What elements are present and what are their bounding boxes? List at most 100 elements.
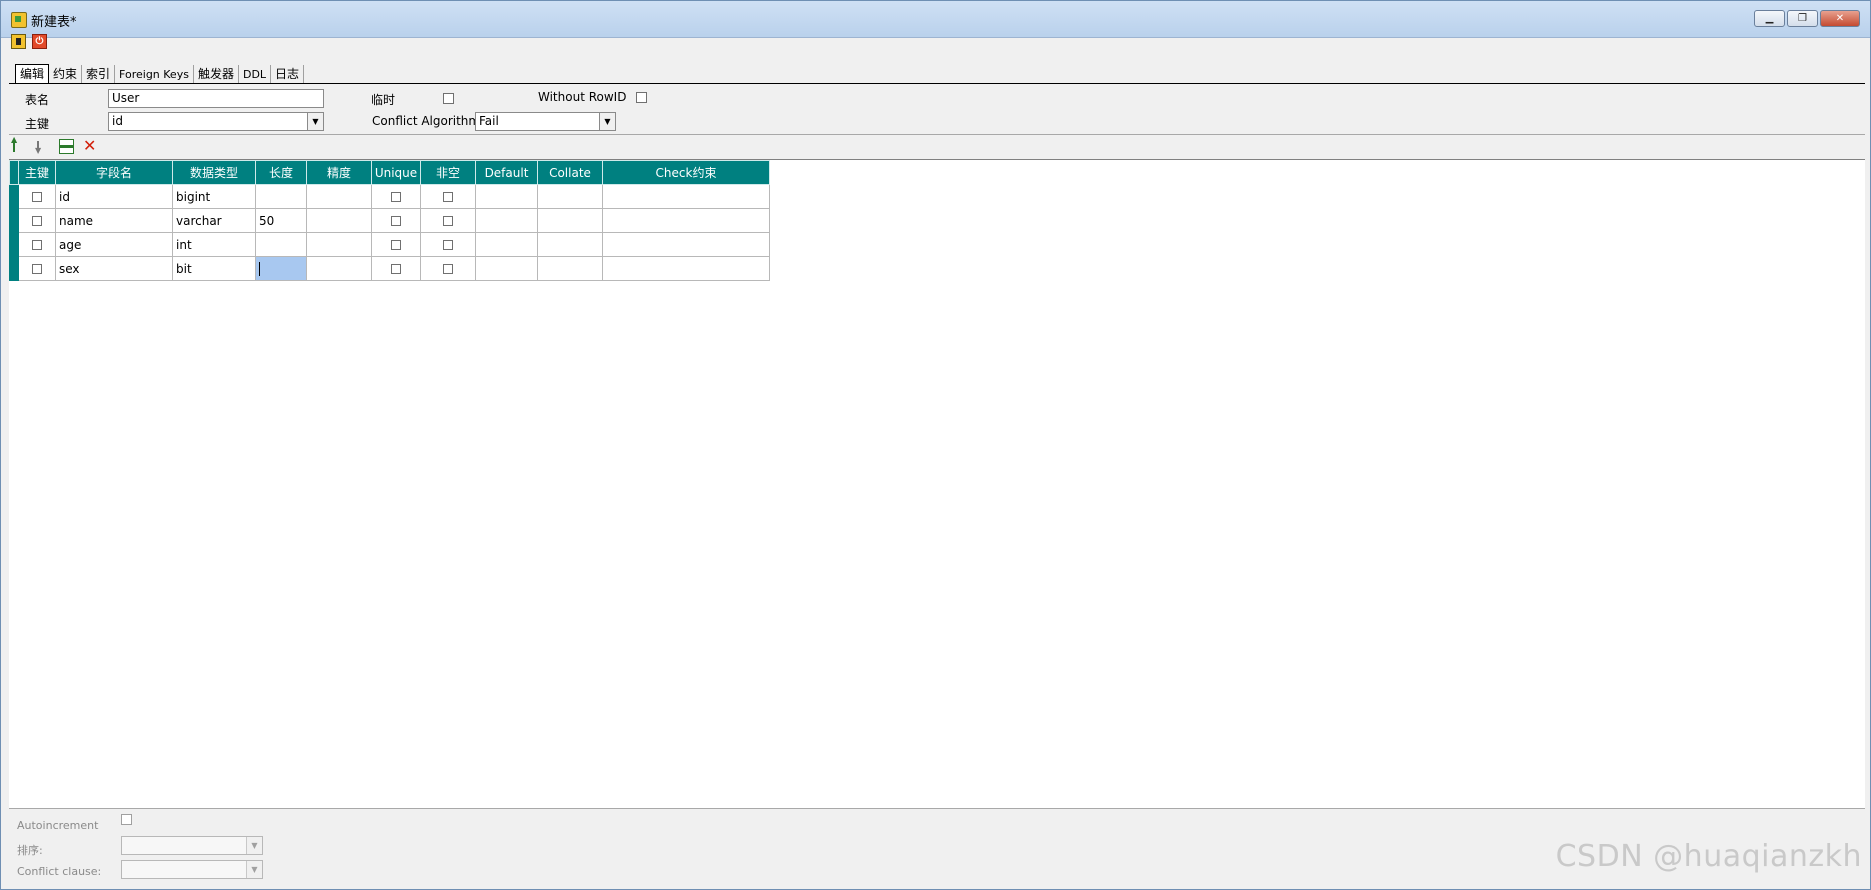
without-rowid-checkbox[interactable]	[636, 92, 647, 103]
table-row[interactable]: id bigint	[9, 184, 770, 209]
tab-indexes[interactable]: 索引	[82, 65, 116, 84]
default-cell[interactable]	[475, 256, 538, 281]
temporary-checkbox[interactable]	[443, 93, 454, 104]
move-up-icon[interactable]	[11, 135, 26, 154]
window-controls: ▁ ❐ ✕	[1754, 10, 1860, 27]
column-header[interactable]: Default	[475, 160, 538, 185]
check-cell[interactable]	[602, 184, 770, 209]
table-row[interactable]: sex bit	[9, 256, 770, 281]
length-cell[interactable]	[255, 184, 307, 209]
pk-checkbox[interactable]	[32, 240, 42, 250]
unique-checkbox[interactable]	[391, 240, 401, 250]
unique-cell[interactable]	[371, 232, 421, 257]
notnull-checkbox[interactable]	[443, 216, 453, 226]
tab-constraints[interactable]: 约束	[49, 65, 83, 84]
tab-ddl[interactable]: DDL	[239, 65, 272, 84]
conflict-algorithm-select[interactable]: Fail ▼	[475, 112, 616, 131]
unique-checkbox[interactable]	[391, 264, 401, 274]
conflict-algorithm-value: Fail	[479, 114, 499, 128]
notnull-checkbox[interactable]	[443, 192, 453, 202]
autoincrement-checkbox[interactable]	[121, 814, 132, 825]
check-cell[interactable]	[602, 208, 770, 233]
chevron-down-icon[interactable]: ▼	[246, 837, 262, 854]
column-header[interactable]: 非空	[420, 160, 476, 185]
collate-cell[interactable]	[537, 232, 603, 257]
table-row[interactable]: name varchar 50	[9, 208, 770, 233]
primary-key-select[interactable]: id ▼	[108, 112, 324, 131]
field-name-cell[interactable]: name	[55, 208, 173, 233]
chevron-down-icon[interactable]: ▼	[307, 113, 323, 130]
notnull-cell[interactable]	[420, 184, 476, 209]
precision-cell[interactable]	[306, 208, 372, 233]
data-type-cell[interactable]: int	[172, 232, 256, 257]
precision-cell[interactable]	[306, 232, 372, 257]
field-name-cell[interactable]: id	[55, 184, 173, 209]
field-name-cell[interactable]: age	[55, 232, 173, 257]
close-icon[interactable]: ⏻	[32, 34, 47, 49]
column-header[interactable]: 精度	[306, 160, 372, 185]
data-type-cell[interactable]: varchar	[172, 208, 256, 233]
save-icon[interactable]	[11, 34, 26, 49]
pk-cell[interactable]	[18, 256, 56, 281]
tab-edit[interactable]: 编辑	[15, 64, 50, 84]
notnull-cell[interactable]	[420, 232, 476, 257]
tab-foreign-keys[interactable]: Foreign Keys	[115, 65, 194, 84]
row-indicator[interactable]	[9, 256, 19, 281]
tab-log[interactable]: 日志	[271, 65, 305, 84]
unique-checkbox[interactable]	[391, 192, 401, 202]
unique-cell[interactable]	[371, 208, 421, 233]
default-cell[interactable]	[475, 184, 538, 209]
conflict-clause-select[interactable]: ▼	[121, 860, 263, 879]
notnull-cell[interactable]	[420, 208, 476, 233]
column-header[interactable]: 长度	[255, 160, 307, 185]
move-down-icon[interactable]	[35, 139, 50, 155]
add-field-icon[interactable]	[59, 139, 74, 154]
check-cell[interactable]	[602, 232, 770, 257]
column-header[interactable]: 主键	[18, 160, 56, 185]
length-cell-editing[interactable]	[255, 256, 307, 281]
check-cell[interactable]	[602, 256, 770, 281]
precision-cell[interactable]	[306, 256, 372, 281]
field-name-cell[interactable]: sex	[55, 256, 173, 281]
column-header[interactable]: 数据类型	[172, 160, 256, 185]
pk-cell[interactable]	[18, 184, 56, 209]
data-type-cell[interactable]: bit	[172, 256, 256, 281]
unique-checkbox[interactable]	[391, 216, 401, 226]
collate-cell[interactable]	[537, 208, 603, 233]
column-header[interactable]: Collate	[537, 160, 603, 185]
pk-cell[interactable]	[18, 232, 56, 257]
notnull-checkbox[interactable]	[443, 240, 453, 250]
column-header[interactable]: Unique	[371, 160, 421, 185]
column-header[interactable]: Check约束	[602, 160, 770, 185]
row-indicator[interactable]	[9, 184, 19, 209]
column-header[interactable]: 字段名	[55, 160, 173, 185]
row-indicator[interactable]	[9, 208, 19, 233]
collate-cell[interactable]	[537, 184, 603, 209]
close-button[interactable]: ✕	[1820, 10, 1860, 27]
default-cell[interactable]	[475, 232, 538, 257]
row-indicator[interactable]	[9, 232, 19, 257]
notnull-checkbox[interactable]	[443, 264, 453, 274]
unique-cell[interactable]	[371, 256, 421, 281]
pk-checkbox[interactable]	[32, 264, 42, 274]
delete-field-icon[interactable]: ✕	[83, 138, 98, 154]
length-cell[interactable]	[255, 232, 307, 257]
chevron-down-icon[interactable]: ▼	[246, 861, 262, 878]
unique-cell[interactable]	[371, 184, 421, 209]
chevron-down-icon[interactable]: ▼	[599, 113, 615, 130]
minimize-button[interactable]: ▁	[1754, 10, 1785, 27]
table-row[interactable]: age int	[9, 232, 770, 257]
data-type-cell[interactable]: bigint	[172, 184, 256, 209]
table-name-input[interactable]: User	[108, 89, 324, 108]
notnull-cell[interactable]	[420, 256, 476, 281]
pk-cell[interactable]	[18, 208, 56, 233]
length-cell[interactable]: 50	[255, 208, 307, 233]
tab-triggers[interactable]: 触发器	[194, 65, 239, 84]
precision-cell[interactable]	[306, 184, 372, 209]
collate-cell[interactable]	[537, 256, 603, 281]
restore-button[interactable]: ❐	[1787, 10, 1818, 27]
sort-select[interactable]: ▼	[121, 836, 263, 855]
default-cell[interactable]	[475, 208, 538, 233]
pk-checkbox[interactable]	[32, 192, 42, 202]
pk-checkbox[interactable]	[32, 216, 42, 226]
